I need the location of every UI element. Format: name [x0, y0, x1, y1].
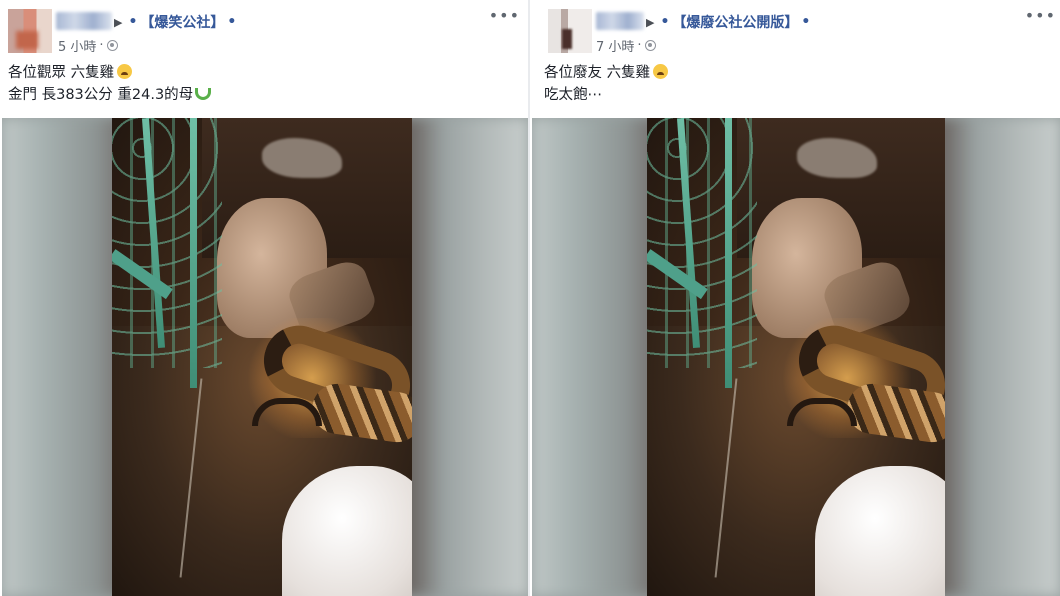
post-left: ▶ • 【爆笑公社】 • 5 小時 · ••• 各位觀眾 六隻雞 金門 長383… — [0, 0, 528, 596]
arrow-right-icon: ▶ — [114, 15, 123, 29]
video-frame[interactable] — [112, 118, 412, 596]
meta-separator: · — [637, 38, 642, 53]
crying-emoji-icon — [117, 64, 133, 79]
post-video[interactable] — [532, 118, 1060, 596]
post-text-line-1: 各位觀眾 六隻雞 — [8, 62, 133, 84]
post-text: 金門 長383公分 重24.3的母 — [8, 87, 194, 103]
meta-separator: · — [99, 38, 104, 53]
snake-emoji-icon — [195, 88, 212, 100]
iron-gate — [112, 118, 222, 368]
separator-dot: • — [660, 14, 670, 30]
globe-icon[interactable] — [106, 40, 118, 51]
separator-dot: • — [227, 14, 237, 30]
video-frame[interactable] — [647, 118, 945, 596]
post-time[interactable]: 7 小時 — [596, 36, 634, 55]
gate-rail — [725, 118, 732, 388]
post-text-line-2: 吃太飽⋯ — [544, 84, 602, 106]
more-options-icon[interactable]: ••• — [1025, 6, 1056, 25]
post-text-line-1: 各位廢友 六隻雞 — [544, 62, 669, 84]
iron-gate — [647, 118, 757, 368]
avatar[interactable] — [548, 9, 592, 53]
arrow-right-icon: ▶ — [646, 15, 655, 29]
avatar[interactable] — [8, 9, 52, 53]
globe-icon[interactable] — [644, 40, 656, 51]
poster-name-blurred[interactable] — [596, 12, 644, 30]
post-text-line-2: 金門 長383公分 重24.3的母 — [8, 84, 212, 106]
poster-name-blurred[interactable] — [56, 12, 112, 30]
post-meta: 5 小時 · — [58, 36, 118, 55]
separator-dot: • — [128, 14, 138, 30]
gate-rail — [190, 118, 197, 388]
post-video[interactable] — [2, 118, 528, 596]
separator-dot: • — [801, 14, 811, 30]
post-text: 各位廢友 六隻雞 — [544, 65, 651, 81]
post-time[interactable]: 5 小時 — [58, 36, 96, 55]
post-header: ▶ • 【爆廢公社公開版】 • — [646, 12, 813, 32]
post-header: ▶ • 【爆笑公社】 • — [114, 12, 239, 32]
post-meta: 7 小時 · — [596, 36, 656, 55]
group-name-link[interactable]: 【爆笑公社】 — [140, 12, 224, 32]
post-text: 各位觀眾 六隻雞 — [8, 65, 115, 81]
post-text: 吃太飽⋯ — [544, 87, 602, 103]
group-name-link[interactable]: 【爆廢公社公開版】 — [672, 12, 798, 32]
crying-emoji-icon — [653, 64, 669, 79]
post-right: ▶ • 【爆廢公社公開版】 • 7 小時 · ••• 各位廢友 六隻雞 吃太飽⋯ — [530, 0, 1060, 596]
more-options-icon[interactable]: ••• — [489, 6, 520, 25]
